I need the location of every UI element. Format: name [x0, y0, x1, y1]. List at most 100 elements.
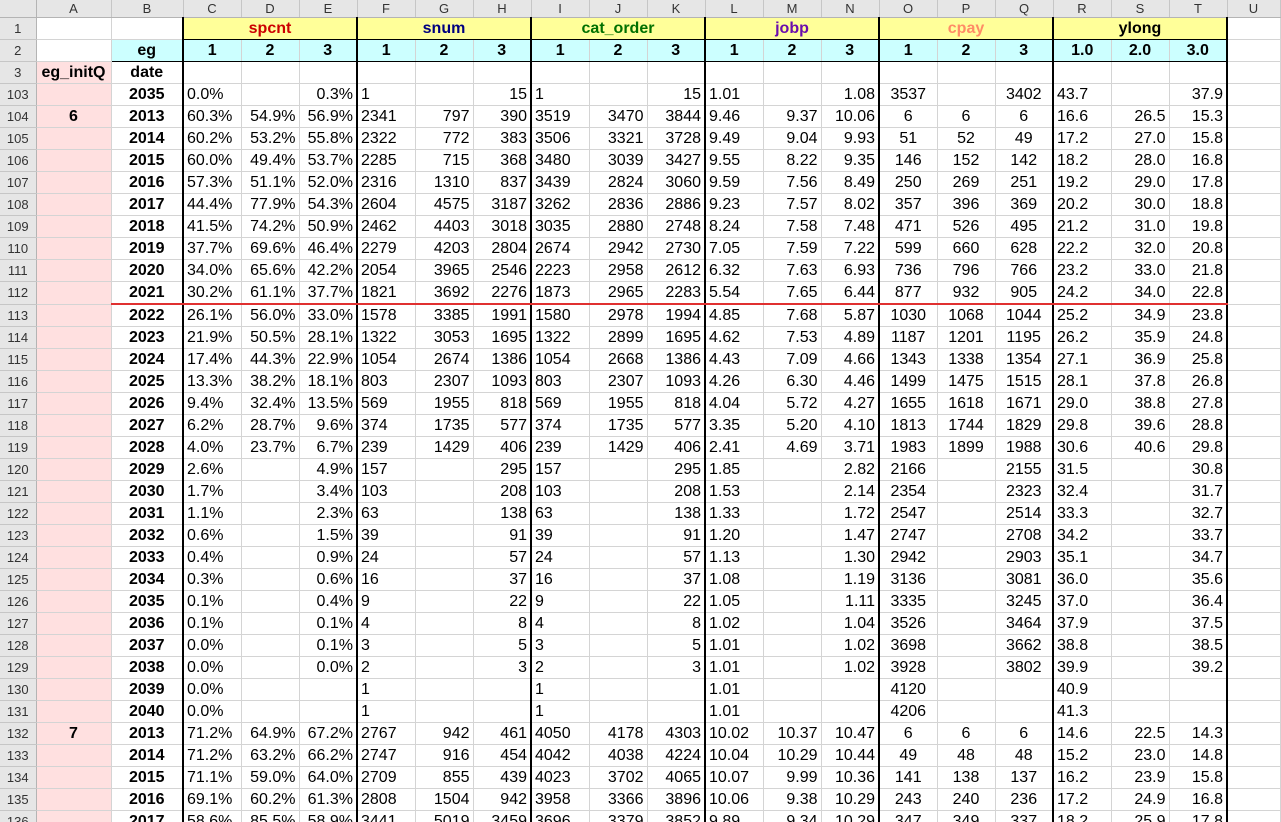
value-cell[interactable]: 628 [995, 237, 1054, 260]
value-cell[interactable] [821, 678, 880, 701]
value-cell[interactable]: 1.19 [821, 568, 880, 591]
eg-sub-header[interactable]: 1 [183, 39, 242, 62]
row-header[interactable]: 127 [0, 612, 37, 635]
value-cell[interactable]: 6 [937, 105, 996, 128]
eg-initq-cell[interactable] [36, 612, 112, 635]
column-header-e[interactable]: E [299, 0, 358, 18]
value-cell[interactable] [589, 524, 648, 547]
value-cell[interactable]: 37.7% [299, 281, 358, 305]
value-cell[interactable] [1111, 480, 1170, 503]
value-cell[interactable]: 4203 [415, 237, 474, 260]
value-cell[interactable]: 9.04 [763, 127, 822, 150]
cell-u[interactable] [1227, 634, 1281, 657]
value-cell[interactable]: 33.3 [1053, 502, 1112, 525]
date-cell[interactable]: 2027 [111, 414, 184, 437]
date-cell[interactable]: 2039 [111, 678, 184, 701]
value-cell[interactable]: 2612 [647, 259, 706, 282]
value-cell[interactable]: 2709 [357, 766, 416, 789]
value-cell[interactable] [473, 700, 532, 723]
eg-sub-header[interactable]: 1 [531, 39, 590, 62]
eg-initq-cell[interactable] [36, 392, 112, 415]
value-cell[interactable]: 369 [995, 193, 1054, 216]
value-cell[interactable]: 22.9% [299, 348, 358, 371]
empty-cell[interactable] [589, 61, 648, 84]
value-cell[interactable]: 10.44 [821, 744, 880, 767]
value-cell[interactable] [763, 502, 822, 525]
empty-cell[interactable] [937, 61, 996, 84]
column-header-n[interactable]: N [821, 0, 880, 18]
value-cell[interactable]: 2279 [357, 237, 416, 260]
value-cell[interactable]: 2155 [995, 458, 1054, 481]
eg-sub-header[interactable]: 3 [647, 39, 706, 62]
value-cell[interactable]: 1.02 [821, 656, 880, 679]
date-cell[interactable]: 2014 [111, 127, 184, 150]
value-cell[interactable]: 2054 [357, 259, 416, 282]
value-cell[interactable] [1111, 546, 1170, 569]
value-cell[interactable] [937, 656, 996, 679]
value-cell[interactable]: 461 [473, 722, 532, 745]
value-cell[interactable]: 4.66 [821, 348, 880, 371]
cell-u[interactable] [1227, 568, 1281, 591]
cell-u[interactable] [1227, 127, 1281, 150]
value-cell[interactable]: 51.1% [241, 171, 300, 194]
value-cell[interactable]: 1386 [473, 348, 532, 371]
value-cell[interactable]: 7.05 [705, 237, 764, 260]
value-cell[interactable]: 15.8 [1169, 766, 1228, 789]
empty-cell[interactable] [705, 61, 764, 84]
value-cell[interactable]: 35.9 [1111, 326, 1170, 349]
value-cell[interactable]: 2.3% [299, 502, 358, 525]
value-cell[interactable]: 877 [879, 281, 938, 305]
value-cell[interactable]: 10.02 [705, 722, 764, 745]
value-cell[interactable]: 64.0% [299, 766, 358, 789]
value-cell[interactable]: 1.85 [705, 458, 764, 481]
value-cell[interactable]: 526 [937, 215, 996, 238]
value-cell[interactable]: 17.2 [1053, 127, 1112, 150]
value-cell[interactable] [415, 480, 474, 503]
value-cell[interactable] [415, 502, 474, 525]
value-cell[interactable]: 41.3 [1053, 700, 1112, 723]
column-header-j[interactable]: J [589, 0, 648, 18]
eg-sub-header[interactable]: 2 [589, 39, 648, 62]
value-cell[interactable]: 44.3% [241, 348, 300, 371]
value-cell[interactable]: 2942 [589, 237, 648, 260]
value-cell[interactable]: 1.05 [705, 590, 764, 613]
row-header-2[interactable]: 2 [0, 39, 37, 62]
value-cell[interactable]: 1030 [879, 304, 938, 327]
value-cell[interactable] [937, 612, 996, 635]
value-cell[interactable]: 0.0% [299, 656, 358, 679]
value-cell[interactable]: 54.9% [241, 105, 300, 128]
column-header-p[interactable]: P [937, 0, 996, 18]
value-cell[interactable]: 374 [357, 414, 416, 437]
value-cell[interactable]: 3965 [415, 259, 474, 282]
value-cell[interactable]: 396 [937, 193, 996, 216]
value-cell[interactable]: 9.99 [763, 766, 822, 789]
value-cell[interactable]: 39.6 [1111, 414, 1170, 437]
eg-sub-header[interactable]: 1 [879, 39, 938, 62]
value-cell[interactable] [937, 678, 996, 701]
value-cell[interactable]: 61.3% [299, 788, 358, 811]
cell-u3[interactable] [1227, 61, 1281, 84]
value-cell[interactable]: 0.1% [299, 634, 358, 657]
value-cell[interactable]: 35.6 [1169, 568, 1228, 591]
date-cell[interactable]: 2036 [111, 612, 184, 635]
date-cell[interactable]: 2032 [111, 524, 184, 547]
value-cell[interactable]: 1.47 [821, 524, 880, 547]
group-header-ylong[interactable]: ylong [1053, 17, 1228, 40]
eg-initq-cell[interactable] [36, 149, 112, 172]
value-cell[interactable]: 2708 [995, 524, 1054, 547]
cell-u[interactable] [1227, 259, 1281, 282]
value-cell[interactable]: 1.72 [821, 502, 880, 525]
eg-initq-cell[interactable] [36, 502, 112, 525]
value-cell[interactable]: 53.7% [299, 149, 358, 172]
value-cell[interactable] [763, 612, 822, 635]
value-cell[interactable]: 7.22 [821, 237, 880, 260]
value-cell[interactable]: 10.29 [821, 788, 880, 811]
date-cell[interactable]: 2020 [111, 259, 184, 282]
eg-initq-cell[interactable] [36, 259, 112, 282]
empty-cell[interactable] [1111, 61, 1170, 84]
value-cell[interactable]: 1.20 [705, 524, 764, 547]
value-cell[interactable]: 0.4% [183, 546, 242, 569]
row-header-1[interactable]: 1 [0, 17, 37, 40]
value-cell[interactable]: 33.0% [299, 304, 358, 327]
date-cell[interactable]: 2035 [111, 590, 184, 613]
